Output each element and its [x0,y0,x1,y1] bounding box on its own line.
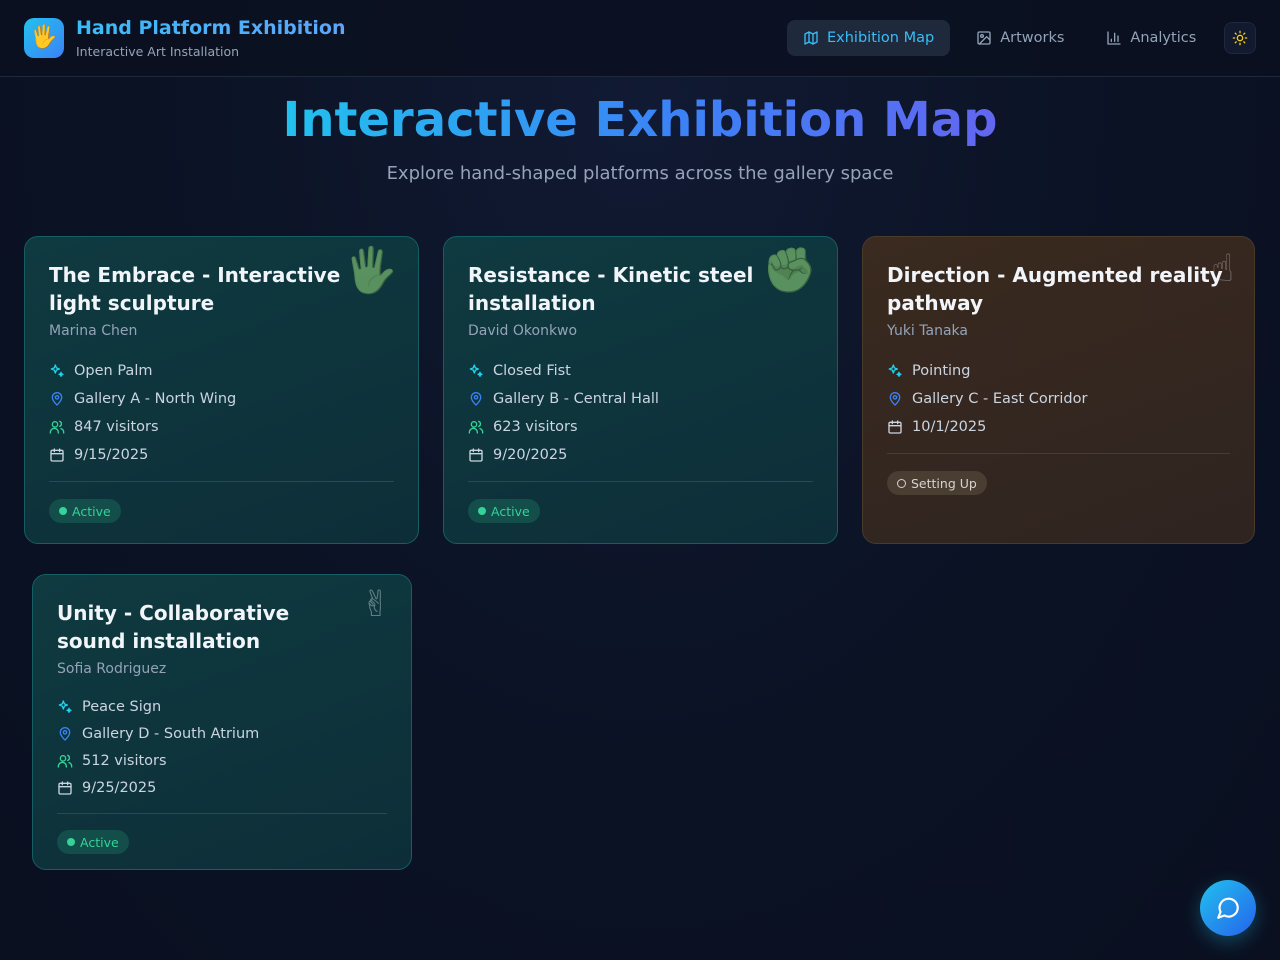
gesture-row: Peace Sign [57,693,387,720]
app-subtitle: Interactive Art Installation [76,44,240,59]
visitors-row: 847 visitors [49,413,394,441]
nav-artworks[interactable]: Artworks [960,20,1080,56]
gesture-row: Closed Fist [468,357,813,385]
platform-card[interactable]: ✊ Resistance - Kinetic steel installatio… [443,236,838,544]
sparkles-icon [888,364,902,377]
nav-exhibition-map[interactable]: Exhibition Map [787,20,951,56]
pointing-hand-icon: ☝ [1210,246,1234,290]
chat-button[interactable] [1200,880,1256,936]
status-badge: Setting Up [887,471,987,495]
map-icon [804,31,818,45]
message-circle-icon [1217,897,1239,919]
card-title: Direction - Augmented reality pathway [887,263,1223,315]
card-title: The Embrace - Interactive light sculptur… [49,263,341,315]
app-title: Hand Platform Exhibition [76,17,346,39]
platform-card[interactable]: 🖐 The Embrace - Interactive light sculpt… [24,236,419,544]
theme-toggle-button[interactable] [1224,22,1256,54]
location-row: Gallery A - North Wing [49,385,394,413]
map-pin-icon [51,392,63,406]
image-icon [977,31,991,45]
map-pin-icon [59,726,71,741]
nav-label: Artworks [1000,30,1065,46]
location-row: Gallery C - East Corridor [887,385,1230,413]
visitors-row: 512 visitors [57,747,387,774]
loading-icon [897,478,906,488]
location-row: Gallery D - South Atrium [57,720,387,747]
platform-card[interactable]: ☝ Direction - Augmented reality pathway … [862,236,1255,544]
card-title: Unity - Collaborative sound installation [57,601,290,653]
calendar-icon [888,420,902,434]
users-icon [468,420,484,434]
platform-card[interactable]: ✌ Unity - Collaborative sound installati… [32,574,412,870]
page-subtitle: Explore hand-shaped platforms across the… [386,163,894,184]
users-icon [57,754,73,768]
hand-logo-icon: 🖐 [24,18,64,58]
card-divider [57,813,387,814]
map-pin-icon [889,392,901,406]
closed-fist-icon: ✊ [762,245,817,296]
sparkles-icon [50,364,64,377]
date-row: 9/20/2025 [468,441,813,469]
main-nav: Exhibition Map Artworks Analytics [787,20,1212,56]
calendar-icon [469,448,483,462]
nav-label: Exhibition Map [827,30,935,46]
bar-chart-icon [1107,31,1122,45]
card-title: Resistance - Kinetic steel installation [468,263,754,315]
calendar-icon [58,780,72,795]
visitors-row: 623 visitors [468,413,813,441]
nav-label: Analytics [1130,30,1197,46]
status-badge: Active [49,499,121,523]
card-artist: David Okonkwo [468,323,578,339]
card-artist: Sofia Rodriguez [57,661,167,677]
page-title: Interactive Exhibition Map [282,92,998,148]
sun-icon [1232,30,1248,46]
map-pin-icon [470,392,482,406]
card-artist: Marina Chen [49,323,138,339]
date-row: 9/15/2025 [49,441,394,469]
peace-sign-icon: ✌ [360,584,391,625]
card-divider [49,481,394,482]
sparkles-icon [469,364,483,377]
card-divider [468,481,813,482]
date-row: 9/25/2025 [57,774,387,801]
calendar-icon [50,448,64,462]
card-divider [887,453,1230,454]
status-badge: Active [57,830,129,854]
gesture-row: Open Palm [49,357,394,385]
app-header: 🖐 Hand Platform Exhibition Interactive A… [0,0,1280,77]
date-row: 10/1/2025 [887,413,1230,441]
nav-analytics[interactable]: Analytics [1090,20,1212,56]
sparkles-icon [58,699,72,713]
status-badge: Active [468,499,540,523]
users-icon [49,420,65,434]
gesture-row: Pointing [887,357,1230,385]
card-artist: Yuki Tanaka [887,323,968,339]
open-palm-icon: 🖐 [343,245,398,296]
location-row: Gallery B - Central Hall [468,385,813,413]
